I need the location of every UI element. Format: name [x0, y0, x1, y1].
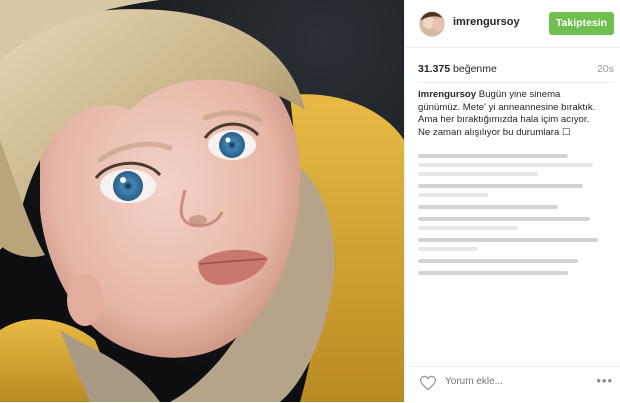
- more-options-icon[interactable]: •••: [596, 374, 613, 387]
- avatar-image: [420, 12, 444, 36]
- divider: [418, 82, 614, 83]
- blurred-comment-line: [418, 259, 578, 263]
- post-sidebar: imrengursoy Takiptesin 31.375 beğenme 20…: [404, 0, 620, 402]
- list-item: [418, 154, 614, 176]
- blurred-comment-line: [418, 193, 488, 197]
- toddler-photo-illustration: [0, 0, 404, 402]
- heart-icon[interactable]: [419, 375, 437, 391]
- likes-count[interactable]: 31.375: [418, 63, 450, 75]
- add-comment-input[interactable]: [445, 376, 555, 387]
- blurred-comment-line: [418, 184, 583, 188]
- comments-list: [418, 154, 614, 283]
- post-time[interactable]: 20s: [597, 63, 614, 75]
- post-photo[interactable]: [0, 0, 404, 402]
- blurred-comment-line: [418, 172, 538, 176]
- blurred-comment-line: [418, 163, 593, 167]
- following-button[interactable]: Takiptesin: [549, 12, 614, 35]
- blurred-comment-line: [418, 154, 568, 158]
- blurred-comment-line: [418, 238, 598, 242]
- list-item: [418, 238, 614, 251]
- likes-label: beğenme: [453, 63, 497, 75]
- instagram-post-window: imrengursoy Takiptesin 31.375 beğenme 20…: [0, 0, 620, 402]
- post-footer: •••: [405, 366, 620, 403]
- list-item: [418, 205, 614, 209]
- header-username[interactable]: imrengursoy: [453, 16, 520, 28]
- likes-row: 31.375 beğenme 20s: [418, 63, 614, 75]
- blurred-comment-line: [418, 226, 518, 230]
- blurred-comment-line: [418, 247, 478, 251]
- post-header: imrengursoy Takiptesin: [405, 0, 620, 48]
- blurred-comment-line: [418, 205, 558, 209]
- caption-author[interactable]: imrengursoy: [418, 89, 476, 100]
- blurred-comment-line: [418, 271, 568, 275]
- list-item: [418, 217, 614, 230]
- list-item: [418, 259, 614, 263]
- post-caption: imrengursoy Bugün yine sinema günümüz. M…: [418, 89, 604, 139]
- list-item: [418, 184, 614, 197]
- blurred-comment-line: [418, 217, 590, 221]
- avatar[interactable]: [419, 11, 445, 37]
- list-item: [418, 271, 614, 275]
